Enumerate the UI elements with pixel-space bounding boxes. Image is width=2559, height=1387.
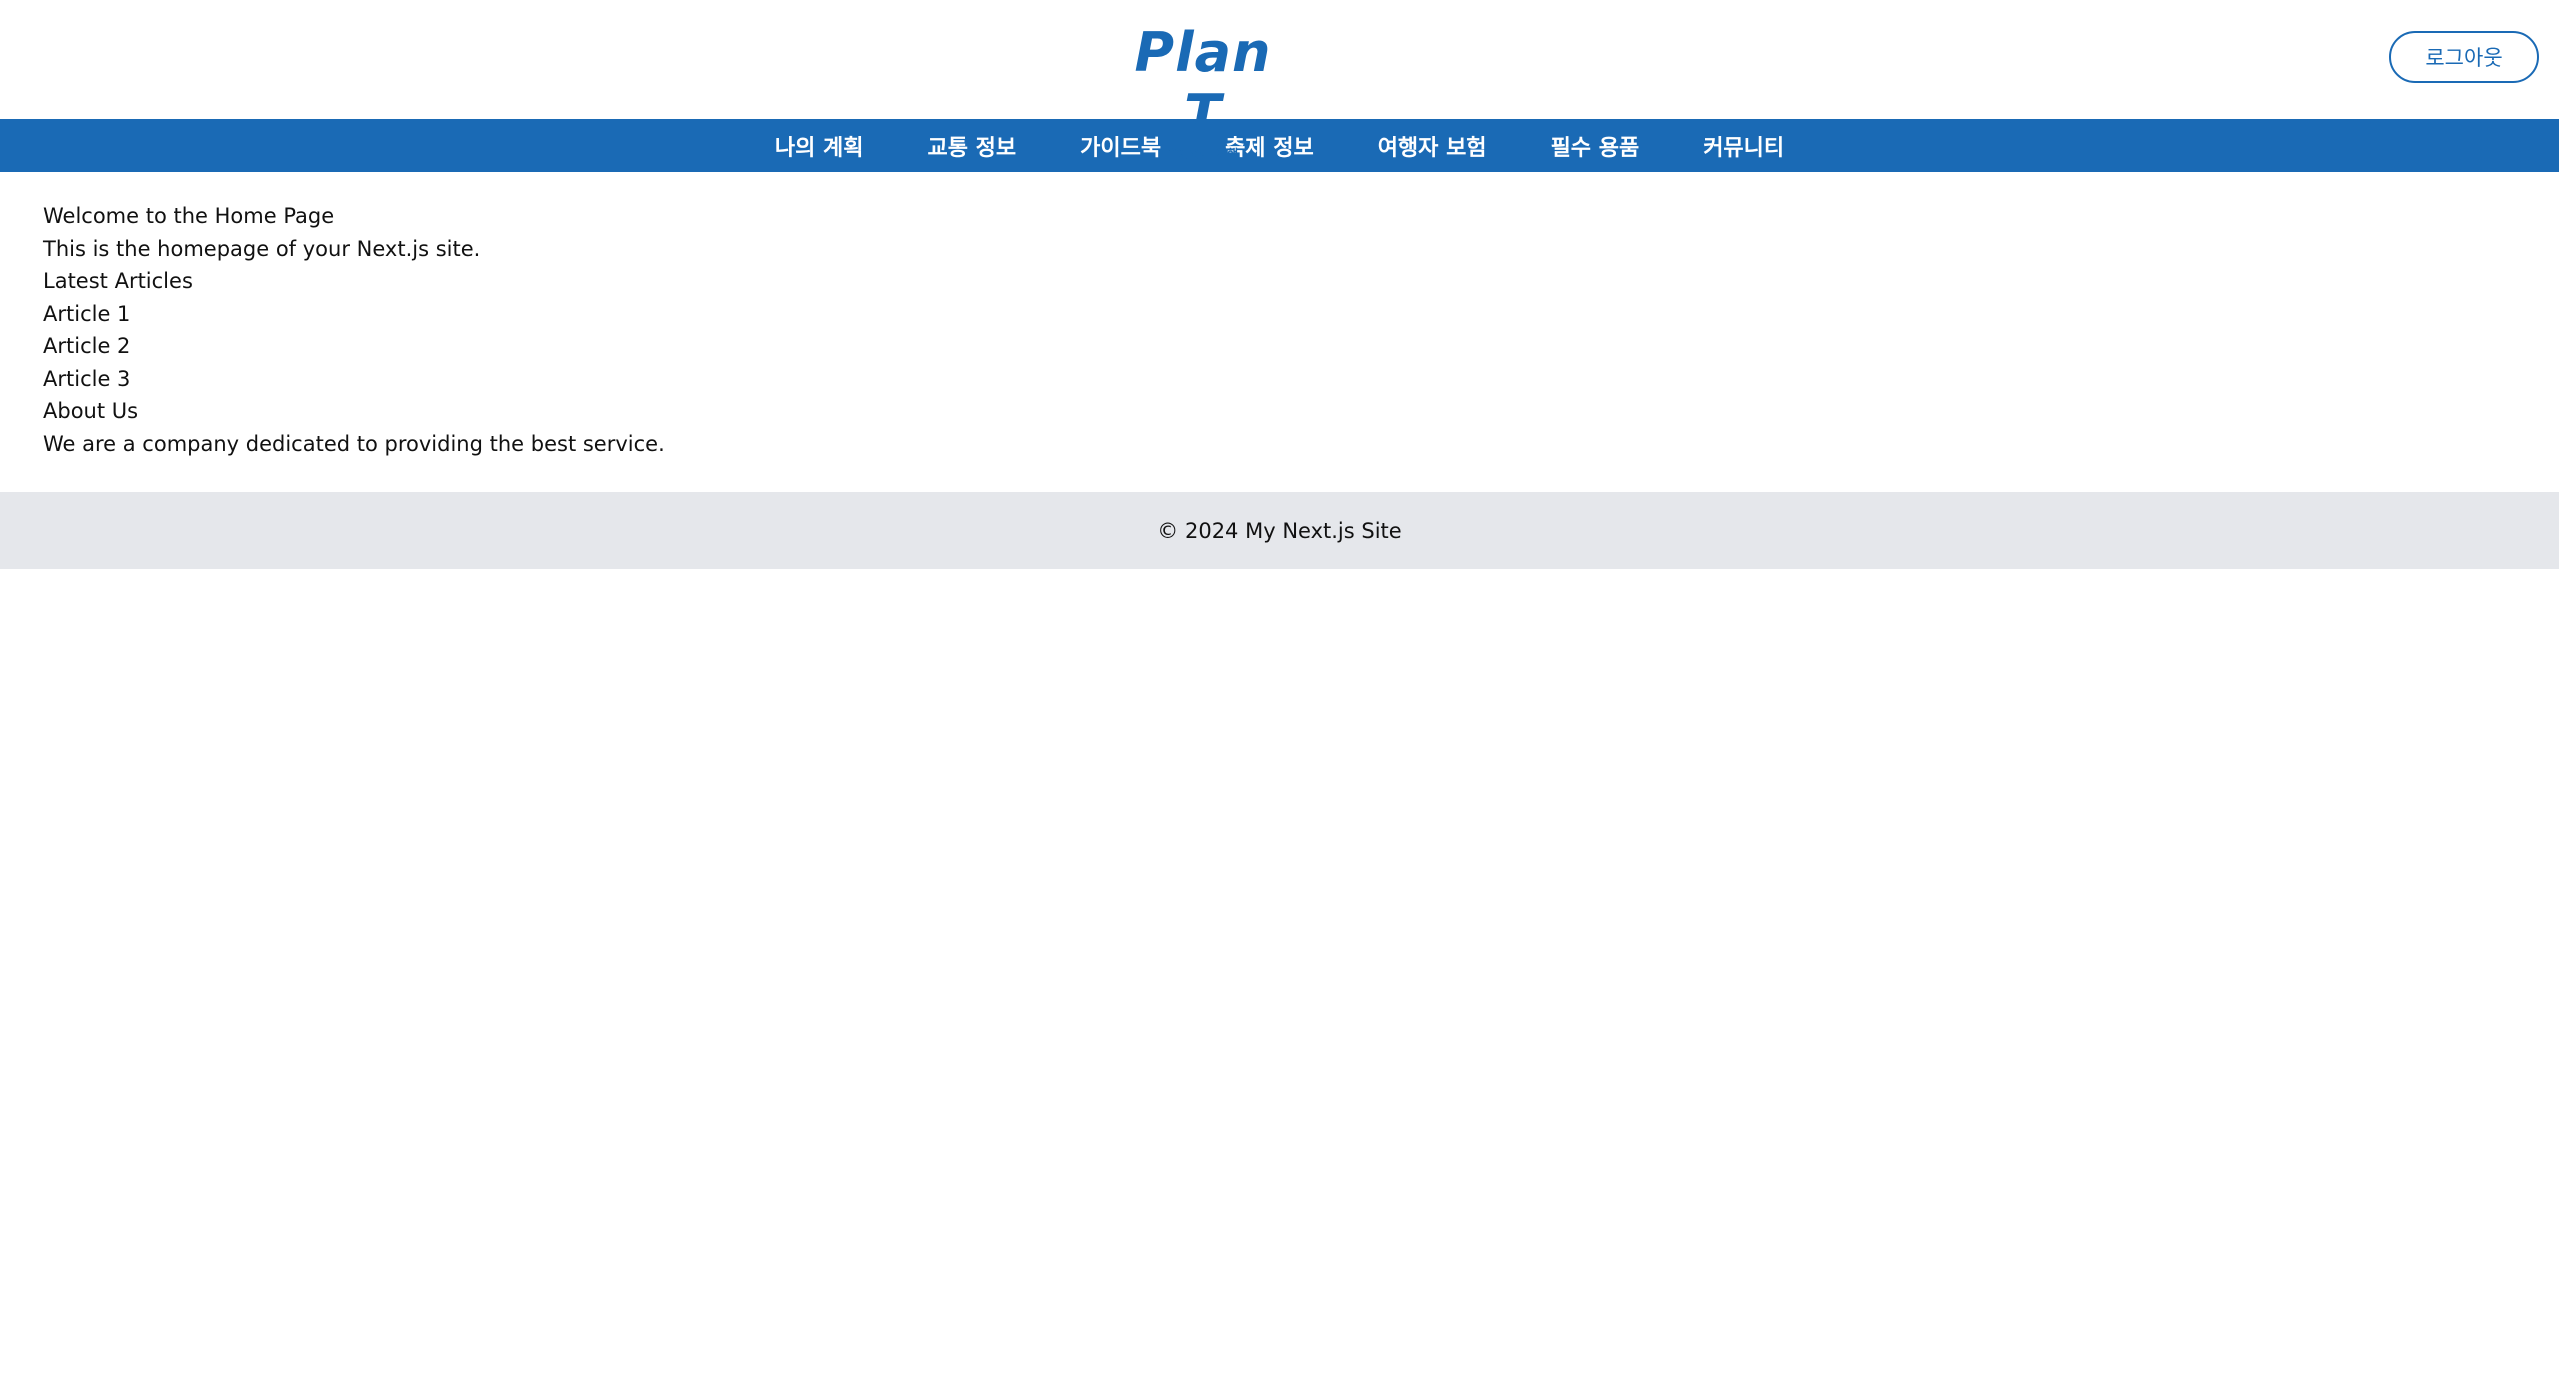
copyright-text: © 2024 My Next.js Site [1157,518,1402,543]
logo-subtitle: 함께하는 여행 [1167,147,1239,161]
nav-item-community[interactable]: 커뮤니티 [1703,130,1784,162]
page-title: Welcome to the Home Page [43,204,335,228]
site-footer: © 2024 My Next.js Site [0,492,2559,569]
about-text: We are a company dedicated to providing … [43,431,665,456]
nav-item-transport-info[interactable]: 교통 정보 [927,130,1016,162]
logout-button[interactable]: 로그아웃 [2389,31,2539,83]
main-content: Welcome to the Home Page This is the hom… [0,172,2559,492]
logo-title: Plan T [1134,21,1272,146]
articles-heading: Latest Articles [43,269,193,293]
nav-item-essentials[interactable]: 필수 용품 [1551,130,1640,162]
about-heading: About Us [43,399,139,423]
article-item-1: Article 1 [43,301,131,326]
nav-item-travel-insurance[interactable]: 여행자 보험 [1378,130,1487,162]
article-item-3: Article 3 [43,366,131,391]
intro-text: This is the homepage of your Next.js sit… [43,236,481,261]
nav-item-my-plan[interactable]: 나의 계획 [775,130,864,162]
site-header: Plan T 함께하는 여행 로그아웃 [0,0,2559,161]
article-item-2: Article 2 [43,334,131,358]
logo[interactable]: Plan T 함께하는 여행 [1108,22,1298,162]
